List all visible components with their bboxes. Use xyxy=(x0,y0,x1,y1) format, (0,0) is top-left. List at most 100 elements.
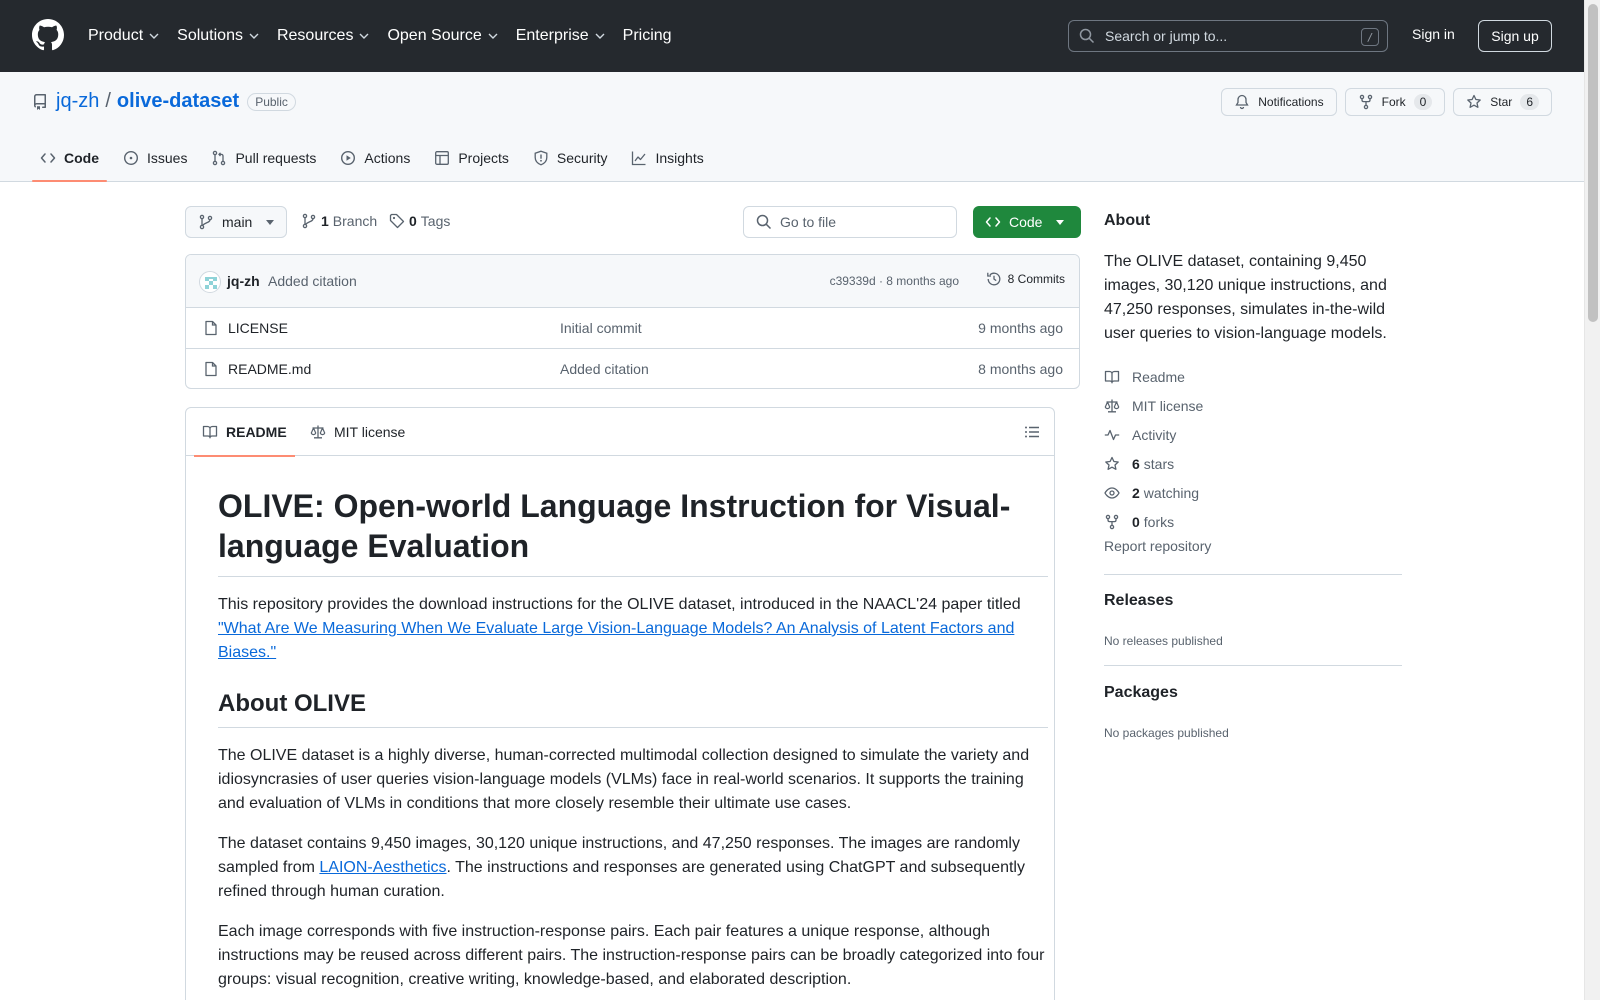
nav-open-source-label: Open Source xyxy=(387,27,482,44)
file-name-link[interactable]: README.md xyxy=(228,361,311,377)
star-count: 6 xyxy=(1520,94,1539,110)
commit-hash-time[interactable]: c39339d · 8 months ago xyxy=(830,274,959,288)
nav-enterprise[interactable]: Enterprise xyxy=(516,27,605,45)
star-button[interactable]: Star 6 xyxy=(1453,88,1552,116)
fork-button[interactable]: Fork 0 xyxy=(1344,88,1446,116)
branch-name: main xyxy=(222,214,253,230)
bell-icon xyxy=(1235,94,1249,110)
list-outline-icon[interactable] xyxy=(1024,424,1040,440)
star-icon xyxy=(1467,94,1482,108)
chevron-down-icon xyxy=(595,33,605,39)
file-icon xyxy=(205,320,217,336)
fork-label: Fork xyxy=(1381,95,1406,109)
table-icon xyxy=(435,151,450,165)
report-repository-link[interactable]: Report repository xyxy=(1104,538,1211,554)
branches-link[interactable]: 1 Branch xyxy=(301,213,377,229)
repo-name-link[interactable]: olive-dataset xyxy=(117,90,239,113)
star-label: Star xyxy=(1490,95,1513,109)
packages-heading[interactable]: Packages xyxy=(1104,684,1178,702)
code-icon xyxy=(985,217,1001,227)
issue-opened-icon xyxy=(123,150,139,166)
stars-link[interactable]: 6 stars xyxy=(1104,449,1203,478)
readme-about-heading: About OLIVE xyxy=(218,689,1048,728)
tab-readme-label: README xyxy=(226,424,287,440)
repo-owner-link[interactable]: jq-zh xyxy=(56,90,99,113)
readme-link[interactable]: Readme xyxy=(1104,362,1203,391)
about-description: The OLIVE dataset, containing 9,450 imag… xyxy=(1104,253,1387,342)
tab-issues-label: Issues xyxy=(147,150,188,166)
nav-pricing-label: Pricing xyxy=(622,27,672,44)
chevron-down-icon xyxy=(488,33,498,39)
global-search-input[interactable]: Search or jump to... / xyxy=(1068,20,1388,52)
license-link-label: MIT license xyxy=(1132,397,1204,414)
file-listing: jq-zh Added citation c39339d · 8 months … xyxy=(185,254,1080,389)
sign-in-link[interactable]: Sign in xyxy=(1412,26,1455,42)
tab-code[interactable]: Code xyxy=(32,134,107,182)
file-name-link[interactable]: LICENSE xyxy=(228,320,288,336)
nav-open-source[interactable]: Open Source xyxy=(387,27,498,45)
sign-up-button[interactable]: Sign up xyxy=(1478,20,1552,52)
tab-insights[interactable]: Insights xyxy=(623,134,711,182)
search-placeholder: Search or jump to... xyxy=(1105,28,1228,44)
commits-history-link[interactable]: 8 Commits xyxy=(986,271,1065,287)
go-to-file-placeholder: Go to file xyxy=(780,214,837,230)
tags-link[interactable]: 0 Tags xyxy=(389,213,450,229)
code-dropdown-button[interactable]: Code xyxy=(973,206,1081,238)
tab-readme[interactable]: README xyxy=(194,408,295,457)
watchers-link[interactable]: 2 watching xyxy=(1104,478,1203,507)
readme-paragraph: Each image corresponds with five instruc… xyxy=(218,923,1045,988)
github-logo-icon[interactable] xyxy=(32,19,64,51)
pull-request-icon xyxy=(213,150,226,166)
nav-enterprise-label: Enterprise xyxy=(515,27,589,44)
nav-pricing[interactable]: Pricing xyxy=(623,27,672,45)
tab-projects[interactable]: Projects xyxy=(426,134,517,182)
go-to-file-input[interactable]: Go to file xyxy=(743,206,957,238)
forks-label: forks xyxy=(1143,513,1175,530)
notifications-button[interactable]: Notifications xyxy=(1221,88,1337,116)
tag-count-label: Tags xyxy=(420,213,451,229)
paper-link[interactable]: "What Are We Measuring When We Evaluate … xyxy=(218,620,1014,661)
scrollbar-thumb[interactable] xyxy=(1588,4,1598,322)
code-icon xyxy=(40,153,56,163)
about-links: Readme MIT license Activity 6 stars 2 wa… xyxy=(1104,362,1203,536)
fork-icon xyxy=(1105,514,1119,529)
search-shortcut-key: / xyxy=(1361,28,1379,46)
watching-label: watching xyxy=(1143,484,1200,501)
repo-tabs: Code Issues Pull requests Actions Projec… xyxy=(32,134,720,182)
tab-insights-label: Insights xyxy=(655,150,704,166)
readme-intro-text: This repository provides the download in… xyxy=(218,596,1021,613)
license-link[interactable]: MIT license xyxy=(1104,391,1203,420)
search-icon xyxy=(756,214,772,230)
nav-solutions[interactable]: Solutions xyxy=(177,27,259,45)
identicon-icon xyxy=(205,277,217,289)
stars-count: 6 xyxy=(1132,455,1140,472)
forks-link[interactable]: 0 forks xyxy=(1104,507,1203,536)
nav-product[interactable]: Product xyxy=(88,27,159,45)
tab-license[interactable]: MIT license xyxy=(310,408,405,456)
commit-message-link[interactable]: Added citation xyxy=(268,273,357,289)
tab-actions[interactable]: Actions xyxy=(332,134,418,182)
readme-paragraph: The dataset contains 9,450 images, 30,12… xyxy=(218,832,1048,904)
packages-empty-text: No packages published xyxy=(1104,726,1229,740)
table-row: LICENSE Initial commit 9 months ago xyxy=(186,308,1079,349)
tab-security[interactable]: Security xyxy=(525,134,616,182)
visibility-badge: Public xyxy=(247,92,296,111)
tab-issues[interactable]: Issues xyxy=(115,134,195,182)
tab-pull-requests[interactable]: Pull requests xyxy=(203,134,324,182)
commit-author-link[interactable]: jq-zh xyxy=(227,273,260,289)
nav-solutions-label: Solutions xyxy=(177,27,243,44)
branch-selector[interactable]: main xyxy=(185,206,288,238)
search-icon xyxy=(1079,28,1095,44)
file-commit-link[interactable]: Initial commit xyxy=(560,320,642,336)
releases-heading[interactable]: Releases xyxy=(1104,592,1173,610)
tab-actions-label: Actions xyxy=(364,150,411,166)
triangle-down-icon xyxy=(266,219,275,225)
activity-link[interactable]: Activity xyxy=(1104,420,1203,449)
sidebar-divider xyxy=(1104,665,1402,666)
about-heading: About xyxy=(1104,212,1151,229)
page-scrollbar[interactable] xyxy=(1584,0,1600,1000)
avatar[interactable] xyxy=(199,271,221,293)
file-commit-link[interactable]: Added citation xyxy=(560,361,649,377)
nav-resources[interactable]: Resources xyxy=(277,27,369,45)
laion-aesthetics-link[interactable]: LAION-Aesthetics xyxy=(319,859,446,876)
